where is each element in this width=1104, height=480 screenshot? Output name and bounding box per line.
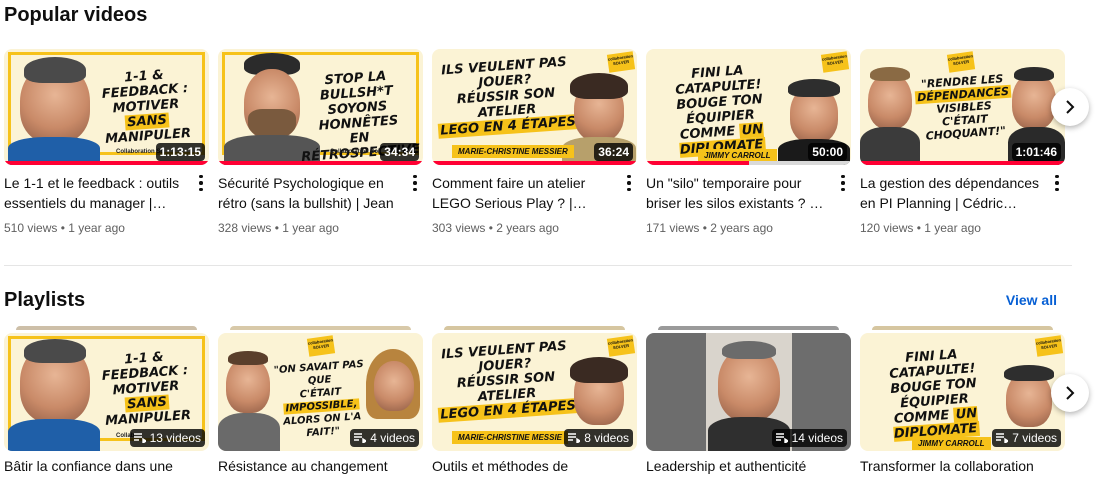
watch-progress [218, 161, 423, 165]
more-vert-icon[interactable] [621, 173, 637, 193]
speaker-caption: MARIE-CHRISTINE MESSIE [452, 431, 569, 444]
carousel-next-button[interactable] [1051, 88, 1089, 126]
playlist-stack [230, 326, 411, 330]
speaker-caption: JIMMY CARROLL [912, 437, 991, 450]
presenter-hair [24, 339, 86, 363]
presenter-shirt [8, 419, 100, 451]
video-meta: 510 views • 1 year ago [4, 221, 125, 235]
watch-progress [646, 161, 851, 165]
video-meta: 120 views • 1 year ago [860, 221, 981, 235]
presenter-hair [570, 73, 628, 99]
playlist-count-badge: 4 videos [350, 429, 419, 447]
section-title-popular: Popular videos [4, 4, 148, 26]
playlist-title[interactable]: Résistance au changement [218, 458, 423, 474]
thumbnail-headline: FINI LA CATAPULTE! BOUGE TON ÉQUIPIER CO… [888, 347, 980, 442]
carousel-next-button[interactable] [1051, 374, 1089, 412]
presenter-hair [24, 57, 86, 83]
collaboration-solver-logo: collaboration SOLVER [946, 51, 976, 73]
playlist-count-badge: 13 videos [129, 429, 205, 447]
chevron-right-icon [1066, 100, 1075, 114]
playlist-count-badge: 8 videos [564, 429, 633, 447]
thumbnail-brand: Collaboration Sol [330, 149, 380, 155]
playlist-stack [16, 326, 197, 330]
presenter-hair [870, 67, 910, 81]
video-meta: 303 views • 2 years ago [432, 221, 559, 235]
presenter-face [868, 73, 912, 129]
video-thumbnail[interactable]: collaboration SOLVER FINI LA CATAPULTE! … [646, 49, 851, 165]
video-thumbnail[interactable]: STOP LA BULLSH*T SOYONS HONNÊTES EN RÉTR… [218, 49, 423, 165]
video-thumbnail[interactable]: 1-1 & FEEDBACK : MOTIVER SANS MANIPULER … [4, 49, 209, 165]
playlist-stack [444, 326, 625, 330]
collaboration-solver-logo: collaboration SOLVER [606, 51, 636, 73]
collaboration-solver-logo: collaboration SOLVER [306, 335, 336, 357]
playlist-title[interactable]: Transformer la collaboration [860, 458, 1065, 474]
video-title[interactable]: La gestion des dépendances en PI Plannin… [860, 173, 1040, 213]
chevron-right-icon [1066, 386, 1075, 400]
presenter-face [226, 357, 270, 413]
playlist-title[interactable]: Bâtir la confiance dans une [4, 458, 209, 474]
watch-progress [860, 161, 1065, 165]
video-thumbnail[interactable]: collaboration SOLVER "RENDRE LES DÉPENDA… [860, 49, 1065, 165]
playlist-icon [354, 433, 367, 443]
presenter-hair [228, 351, 268, 365]
collaboration-solver-logo: collaboration SOLVER [820, 51, 850, 73]
video-duration: 50:00 [808, 143, 847, 161]
video-duration: 36:24 [594, 143, 633, 161]
presenter-hair [570, 357, 628, 383]
video-thumbnail[interactable]: collaboration SOLVER ILS VEULENT PAS JOU… [432, 49, 637, 165]
playlist-thumbnail[interactable]: collaboration SOLVER "ON SAVAIT PAS QUE … [218, 333, 423, 451]
video-title[interactable]: Comment faire un atelier LEGO Serious Pl… [432, 173, 612, 213]
video-meta: 171 views • 2 years ago [646, 221, 773, 235]
view-all-link[interactable]: View all [1006, 292, 1057, 308]
thumbnail-headline: ILS VEULENT PAS JOUER? RÉUSSIR SON ATELI… [437, 338, 579, 423]
video-title[interactable]: Le 1-1 et le feedback : outils essentiel… [4, 173, 184, 213]
playlist-count-badge: 14 videos [771, 429, 847, 447]
guest-hair [1014, 67, 1054, 81]
playlist-stack [872, 326, 1053, 330]
thumbnail-headline: "RENDRE LES DÉPENDANCES VISIBLES C'ÉTAIT… [914, 72, 1012, 143]
section-divider [4, 265, 1072, 266]
guest-face-front [374, 361, 414, 411]
video-duration: 34:34 [380, 143, 419, 161]
speaker-caption: MARIE-CHRISTINE MESSIER [452, 145, 574, 158]
thumbnail-headline: 1-1 & FEEDBACK : MOTIVER SANS MANIPULER [101, 67, 192, 147]
presenter-hair [1004, 365, 1054, 381]
watch-progress [4, 161, 209, 165]
playlist-count-badge: 7 videos [992, 429, 1061, 447]
watch-progress [432, 161, 637, 165]
playlist-icon [775, 433, 788, 443]
presenter-shirt [860, 127, 920, 165]
playlist-stack [658, 326, 839, 330]
thumbnail-headline: ILS VEULENT PAS JOUER? RÉUSSIR SON ATELI… [437, 54, 579, 139]
playlist-icon [568, 433, 581, 443]
section-title-playlists: Playlists [4, 289, 86, 311]
playlist-title[interactable]: Leadership et authenticité [646, 458, 851, 474]
thumbnail-headline: FINI LA CATAPULTE! BOUGE TON ÉQUIPIER CO… [674, 63, 766, 158]
presenter-hair [722, 341, 776, 359]
more-vert-icon[interactable] [1049, 173, 1065, 193]
more-vert-icon[interactable] [193, 173, 209, 193]
video-title[interactable]: Sécurité Psychologique en rétro (sans la… [218, 173, 398, 213]
guest-face [1012, 73, 1056, 129]
thumbnail-headline: 1-1 & FEEDBACK : MOTIVER SANS MANIPULER [101, 349, 192, 429]
more-vert-icon[interactable] [407, 173, 423, 193]
video-duration: 1:13:15 [155, 143, 205, 161]
playlist-icon [133, 433, 146, 443]
playlist-thumbnail[interactable]: collaboration SOLVER FINI LA CATAPULTE! … [860, 333, 1065, 451]
playlist-icon [996, 433, 1009, 443]
playlist-title[interactable]: Outils et méthodes de [432, 458, 637, 474]
video-duration: 1:01:46 [1011, 143, 1061, 161]
playlist-thumbnail[interactable]: 1-1 & FEEDBACK : MOTIVER SANS MANIPULER … [4, 333, 209, 451]
presenter-hair [788, 79, 840, 97]
more-vert-icon[interactable] [835, 173, 851, 193]
video-title[interactable]: Un "silo" temporaire pour briser les sil… [646, 173, 826, 213]
playlist-thumbnail[interactable]: 14 videos [646, 333, 851, 451]
collaboration-solver-logo: collaboration SOLVER [606, 335, 636, 357]
playlist-thumbnail[interactable]: collaboration SOLVER ILS VEULENT PAS JOU… [432, 333, 637, 451]
collaboration-solver-logo: collaboration SOLVER [1034, 335, 1064, 357]
video-meta: 328 views • 1 year ago [218, 221, 339, 235]
